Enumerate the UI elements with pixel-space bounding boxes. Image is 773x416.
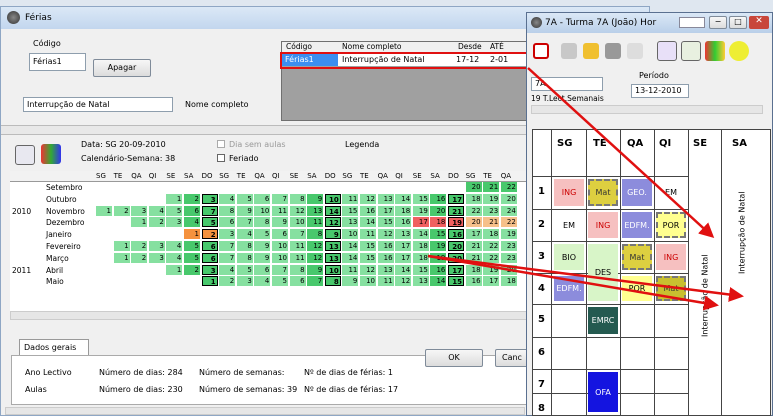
annotation-arrows bbox=[427, 67, 744, 311]
